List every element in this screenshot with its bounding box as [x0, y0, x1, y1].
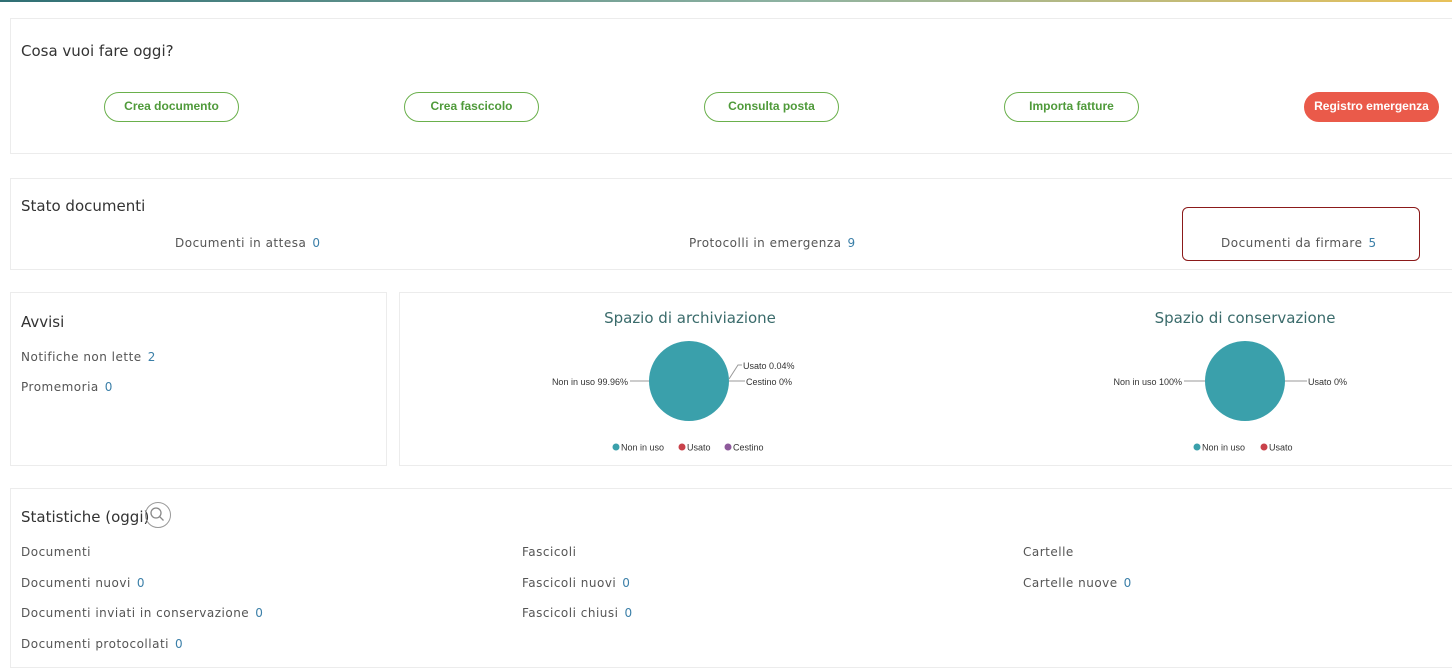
search-icon[interactable]: [145, 502, 171, 528]
stato-documenti-card: Stato documenti Documenti in attesa 0 Pro…: [10, 178, 1452, 270]
legend-dot-non-in-uso: [1193, 443, 1201, 451]
pie-slice-non-in-uso[interactable]: [1205, 341, 1285, 421]
legend-label-usato[interactable]: Usato: [1269, 443, 1293, 453]
crea-documento-button[interactable]: Crea documento: [104, 92, 239, 122]
pie-label-left: Non in uso 99.96%: [552, 377, 628, 387]
cartelle-heading: Cartelle: [1023, 545, 1074, 559]
documenti-inviati-conservazione[interactable]: Documenti inviati in conservazione 0: [21, 606, 263, 620]
importa-fatture-button[interactable]: Importa fatture: [1004, 92, 1139, 122]
documenti-nuovi[interactable]: Documenti nuovi 0: [21, 576, 145, 590]
pie-charts-svg: Non in uso 99.96% Usato 0.04% Cestino 0%…: [552, 341, 1347, 453]
statistiche-card: Statistiche (oggi) Documenti Documenti n…: [10, 488, 1452, 668]
pie-label-cestino: Cestino 0%: [746, 377, 792, 387]
statistiche-title: Statistiche (oggi): [21, 508, 150, 526]
pie-label-usato: Usato 0%: [1308, 377, 1347, 387]
documenti-protocollati[interactable]: Documenti protocollati 0: [21, 637, 183, 651]
fascicoli-heading: Fascicoli: [522, 545, 577, 559]
charts-card: Spazio di archiviazione Spazio di conser…: [399, 292, 1452, 466]
stat-label: Fascicoli nuovi: [522, 576, 617, 590]
documenti-da-firmare-highlight: [1182, 207, 1420, 261]
stat-label: Documenti da firmare: [1221, 236, 1363, 250]
notifiche-non-lette[interactable]: Notifiche non lette 2: [21, 350, 156, 364]
stat-value: 0: [622, 576, 631, 590]
promemoria[interactable]: Promemoria 0: [21, 380, 113, 394]
fascicoli-chiusi[interactable]: Fascicoli chiusi 0: [522, 606, 633, 620]
legend-label-non-in-uso[interactable]: Non in uso: [621, 443, 664, 453]
legend-dot-non-in-uso: [612, 443, 620, 451]
actions-title: Cosa vuoi fare oggi?: [21, 42, 174, 60]
legend-dot-cestino: [724, 443, 732, 451]
legend-label-cestino[interactable]: Cestino: [733, 443, 764, 453]
stat-value: 0: [312, 236, 321, 250]
stat-label: Cartelle nuove: [1023, 576, 1118, 590]
actions-card: Cosa vuoi fare oggi? Crea documento Crea…: [10, 18, 1452, 154]
pie-slice-non-in-uso[interactable]: [649, 341, 729, 421]
stat-label: Documenti in attesa: [175, 236, 307, 250]
stat-label: Protocolli in emergenza: [689, 236, 842, 250]
stat-value: 0: [1123, 576, 1132, 590]
fascicoli-nuovi[interactable]: Fascicoli nuovi 0: [522, 576, 630, 590]
legend-label-usato[interactable]: Usato: [687, 443, 711, 453]
stat-label: Notifiche non lette: [21, 350, 142, 364]
stat-value: 5: [1368, 236, 1377, 250]
stat-label: Documenti inviati in conservazione: [21, 606, 250, 620]
registro-emergenza-button[interactable]: Registro emergenza: [1304, 92, 1439, 122]
pie-label-left: Non in uso 100%: [1113, 377, 1182, 387]
cartelle-nuove[interactable]: Cartelle nuove 0: [1023, 576, 1132, 590]
pie-label-usato: Usato 0.04%: [743, 361, 795, 371]
consulta-posta-button[interactable]: Consulta posta: [704, 92, 839, 122]
documenti-in-attesa[interactable]: Documenti in attesa 0: [175, 236, 320, 250]
stat-value: 9: [847, 236, 856, 250]
stat-value: 0: [104, 380, 113, 394]
documenti-da-firmare[interactable]: Documenti da firmare 5: [1221, 236, 1377, 250]
avvisi-title: Avvisi: [21, 313, 65, 331]
stat-value: 0: [624, 606, 633, 620]
stat-label: Documenti nuovi: [21, 576, 131, 590]
pie-leader-line: [728, 364, 742, 380]
stato-documenti-title: Stato documenti: [21, 197, 146, 215]
top-accent-line: [0, 0, 1452, 2]
stat-label: Documenti protocollati: [21, 637, 169, 651]
stat-value: 0: [175, 637, 184, 651]
stat-value: 0: [136, 576, 145, 590]
legend-dot-usato: [678, 443, 686, 451]
legend-label-non-in-uso[interactable]: Non in uso: [1202, 443, 1245, 453]
avvisi-card: Avvisi Notifiche non lette 2 Promemoria 0: [10, 292, 387, 466]
stat-value: 2: [147, 350, 156, 364]
legend-dot-usato: [1260, 443, 1268, 451]
protocolli-in-emergenza[interactable]: Protocolli in emergenza 9: [689, 236, 856, 250]
stat-label: Fascicoli chiusi: [522, 606, 619, 620]
stat-label: Promemoria: [21, 380, 99, 394]
crea-fascicolo-button[interactable]: Crea fascicolo: [404, 92, 539, 122]
stat-value: 0: [255, 606, 264, 620]
documenti-heading: Documenti: [21, 545, 92, 559]
